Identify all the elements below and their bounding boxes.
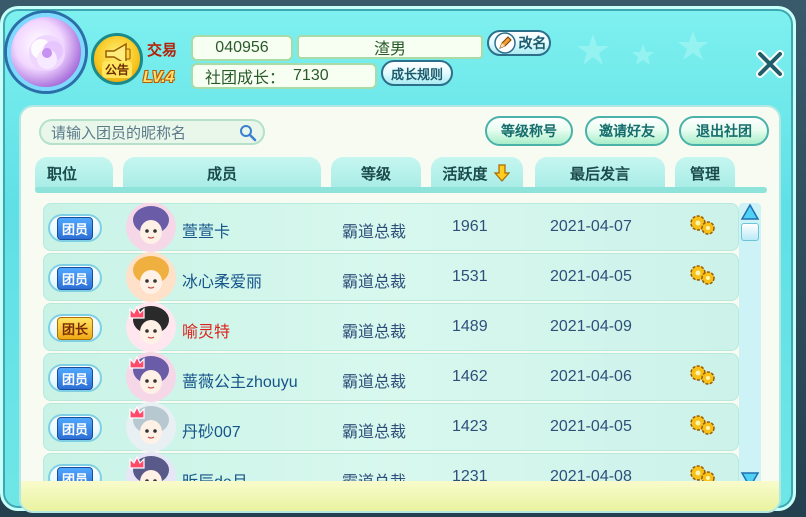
gear-icon[interactable]: [688, 414, 716, 436]
scroll-up-arrow-icon[interactable]: [740, 203, 760, 221]
table-header: 职位 成员 等级 活跃度 最后发言 管理: [35, 155, 767, 191]
search-placeholder: 请输入团员的昵称名: [51, 124, 187, 142]
member-row[interactable]: 团员 丹砂007 霸道总裁 1423 2021-04-05: [43, 402, 739, 452]
member-avatar[interactable]: [126, 203, 176, 252]
position-label: 团员: [56, 416, 93, 440]
member-name[interactable]: 丹砂007: [182, 418, 241, 442]
scrollbar[interactable]: [739, 203, 761, 489]
rank-title-button[interactable]: 等级称号: [485, 116, 573, 146]
position-badge: 团员: [48, 364, 102, 392]
member-last-post: 2021-04-09: [550, 318, 632, 335]
club-id: 040956: [191, 35, 293, 61]
column-position[interactable]: 职位: [35, 157, 113, 189]
column-manage[interactable]: 管理: [675, 157, 735, 189]
column-last-post[interactable]: 最后发言: [535, 157, 665, 189]
member-name[interactable]: 蔷薇公主zhouyu: [182, 368, 298, 392]
close-icon[interactable]: [751, 45, 789, 83]
column-activity[interactable]: 活跃度: [431, 157, 523, 189]
club-level: LV.4: [143, 69, 175, 86]
search-icon[interactable]: [239, 124, 257, 142]
member-activity: 1961: [452, 218, 488, 235]
member-last-post: 2021-04-07: [550, 218, 632, 235]
gear-icon[interactable]: [688, 364, 716, 386]
member-activity: 1531: [452, 268, 488, 285]
position-badge: 团长: [48, 314, 102, 342]
growth-field: 社团成长： 7130: [191, 63, 377, 89]
position-badge: 团员: [48, 414, 102, 442]
rename-button[interactable]: 改名: [487, 30, 551, 56]
member-row[interactable]: 团员 萱萱卡 霸道总裁 1961 2021-04-07: [43, 203, 739, 252]
member-activity: 1462: [452, 368, 488, 385]
member-last-post: 2021-04-05: [550, 418, 632, 435]
position-badge: 团员: [48, 264, 102, 292]
position-label: 团长: [56, 316, 93, 340]
header-divider: [35, 187, 767, 193]
member-level: 霸道总裁: [342, 424, 407, 441]
member-level: 霸道总裁: [342, 274, 407, 291]
growth-value: 7130: [293, 67, 329, 84]
pencil-icon: [493, 32, 516, 54]
member-last-post: 2021-04-06: [550, 368, 632, 385]
crown-icon: [129, 455, 145, 469]
position-label: 团员: [56, 266, 93, 290]
member-list[interactable]: 团员 萱萱卡 霸道总裁 1961 2021-04-07 团员 冰心柔爱丽 霸道总裁 1531 20…: [43, 203, 739, 493]
club-name: 渣男: [297, 35, 483, 59]
member-row[interactable]: 团长 喻灵特 霸道总裁 1489 2021-04-09: [43, 302, 739, 352]
member-row[interactable]: 团员 冰心柔爱丽 霸道总裁 1531 2021-04-05: [43, 252, 739, 302]
scroll-thumb[interactable]: [741, 223, 759, 241]
growth-rules-label: 成长规则: [390, 66, 443, 82]
member-list-panel: 请输入团员的昵称名 等级称号 邀请好友 退出社团 职位 成员 等级 活跃度 最后…: [19, 105, 781, 513]
trade-label[interactable]: 交易: [147, 39, 177, 60]
member-level: 霸道总裁: [342, 324, 407, 341]
club-panel: 公告 交易 LV.4 040956 渣男 改名 社团成长： 7130 成长规则 …: [0, 6, 796, 513]
member-activity: 1423: [452, 418, 488, 435]
growth-label: 社团成长：: [205, 70, 286, 87]
member-activity: 1489: [452, 318, 488, 335]
club-avatar[interactable]: [7, 13, 85, 91]
sort-down-arrow-icon: [493, 164, 510, 182]
position-label: 团员: [56, 366, 93, 390]
member-level: 霸道总裁: [342, 374, 407, 391]
notice-label: 公告: [101, 61, 132, 78]
gear-icon[interactable]: [688, 214, 716, 236]
invite-friend-button[interactable]: 邀请好友: [585, 116, 669, 146]
position-badge: 团员: [48, 214, 102, 242]
decorative-stars: [577, 31, 708, 65]
member-row[interactable]: 团员 蔷薇公主zhouyu 霸道总裁 1462 2021-04-06: [43, 352, 739, 402]
column-member[interactable]: 成员: [123, 157, 321, 189]
crown-icon: [129, 405, 145, 419]
member-name[interactable]: 喻灵特: [182, 318, 230, 342]
column-activity-label: 活跃度: [442, 165, 488, 183]
crown-icon: [129, 305, 145, 319]
member-avatar[interactable]: [126, 252, 176, 302]
member-name[interactable]: 萱萱卡: [182, 218, 230, 242]
notice-button[interactable]: 公告: [91, 33, 143, 85]
footer-band: [21, 481, 779, 511]
gear-icon[interactable]: [688, 264, 716, 286]
member-name[interactable]: 冰心柔爱丽: [182, 268, 262, 292]
growth-rules-button[interactable]: 成长规则: [381, 60, 453, 86]
rename-label: 改名: [518, 35, 547, 51]
member-level: 霸道总裁: [342, 224, 407, 241]
quit-club-button[interactable]: 退出社团: [679, 116, 769, 146]
column-level[interactable]: 等级: [331, 157, 421, 189]
search-input[interactable]: 请输入团员的昵称名: [39, 119, 265, 145]
rose-icon: [29, 35, 65, 71]
crown-icon: [129, 355, 145, 369]
position-label: 团员: [56, 216, 93, 240]
member-last-post: 2021-04-05: [550, 268, 632, 285]
